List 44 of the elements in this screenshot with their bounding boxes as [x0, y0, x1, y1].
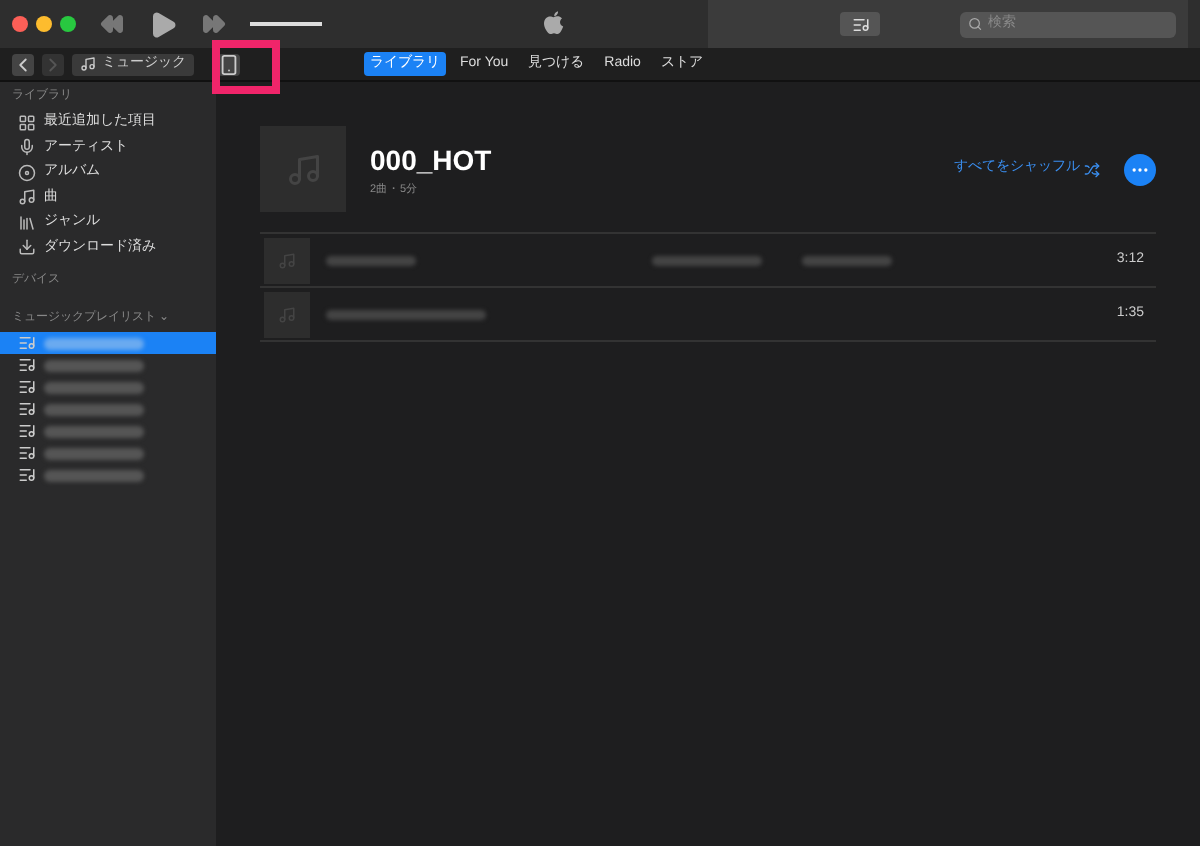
minimize-button[interactable]: [36, 16, 52, 32]
highlight-frame: [212, 40, 280, 94]
blurred-text-block: [44, 381, 144, 393]
forward-button[interactable]: [42, 53, 64, 75]
device-button[interactable]: [218, 53, 240, 75]
shuffle-icon: [1084, 161, 1100, 177]
fast-forward-icon[interactable]: [202, 12, 226, 36]
note-icon: [278, 305, 296, 323]
blurred-text-block: [44, 337, 144, 349]
playlist-icon: [18, 444, 36, 462]
blurred-text-block: [44, 425, 144, 437]
blurred-text-block: [802, 255, 892, 265]
genre-icon: [18, 213, 36, 232]
list-icon: [851, 15, 869, 33]
note-icon: [278, 251, 296, 269]
artist-icon: [18, 138, 36, 157]
blurred-text-block: [44, 359, 144, 371]
playlist-icon: [18, 422, 36, 440]
blurred-text-block: [44, 447, 144, 459]
rewind-icon[interactable]: [100, 12, 124, 36]
back-button[interactable]: [12, 53, 34, 75]
blurred-text-block: [652, 255, 762, 265]
blurred-text-block: [326, 255, 416, 265]
list-view-button[interactable]: [840, 12, 880, 36]
download-icon: [18, 238, 36, 257]
zoom-button[interactable]: [60, 16, 76, 32]
blurred-text-block: [44, 403, 144, 415]
playlist-icon: [18, 356, 36, 374]
apple-logo-icon: [541, 10, 565, 38]
play-icon[interactable]: [148, 9, 178, 39]
volume-slider[interactable]: [250, 16, 322, 32]
playlist-icon: [18, 334, 36, 352]
blurred-text-block: [44, 469, 144, 481]
close-button[interactable]: [12, 16, 28, 32]
playlist-title: 000_HOT: [370, 141, 494, 180]
song-icon: [18, 188, 36, 207]
album-icon: [18, 163, 36, 182]
more-button[interactable]: [1124, 153, 1156, 185]
note-icon: [80, 56, 96, 72]
search-icon: [968, 16, 983, 32]
playlist-icon: [18, 466, 36, 484]
recent-icon: [18, 113, 36, 132]
playlist-icon: [18, 378, 36, 396]
playlist-icon: [18, 400, 36, 418]
